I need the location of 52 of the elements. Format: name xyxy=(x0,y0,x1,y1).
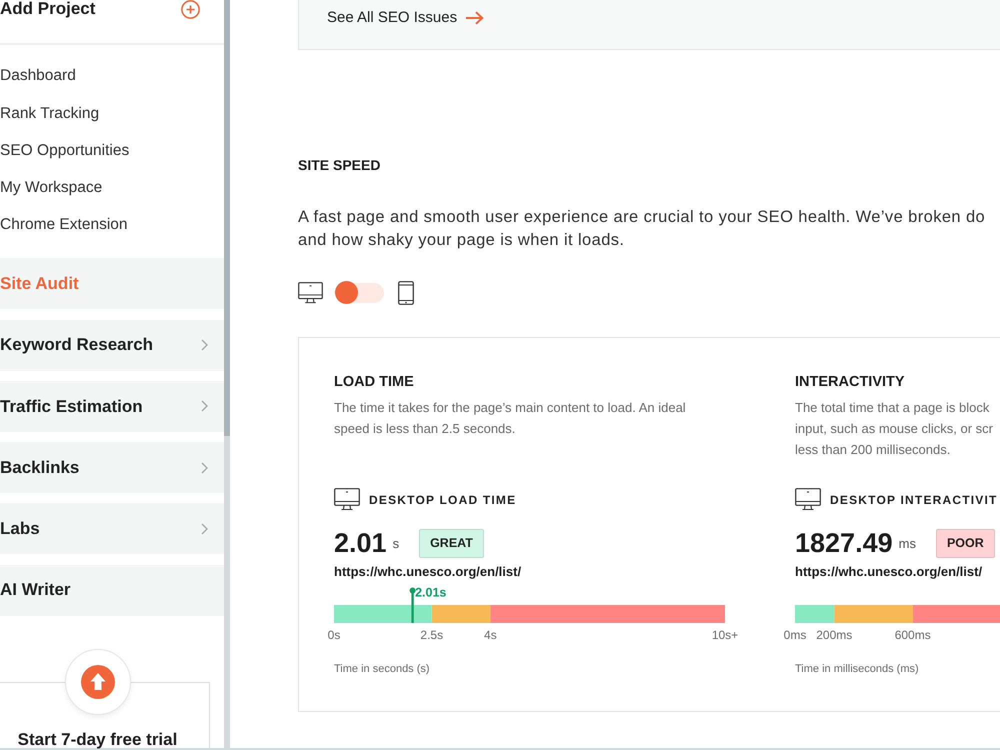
metric-description: The total time that a page is block input, such as mouse clicks, or scr less than 200 milliseconds. xyxy=(795,399,994,459)
rating-badge: GREAT xyxy=(419,529,484,558)
metric-value: 1827.49 xyxy=(795,529,893,558)
marker-label: 2.01s xyxy=(415,585,446,600)
rating-badge: POOR xyxy=(936,529,995,558)
device-metric-label: DESKTOP LOAD TIME xyxy=(369,492,516,509)
tick-label: 4s xyxy=(484,628,497,642)
metric-value: 2.01 xyxy=(334,529,387,558)
metric-title: INTERACTIVITY xyxy=(795,373,906,392)
metric-description: The time it takes for the page’s main content to load. An ideal speed is less than 2.5 seconds. xyxy=(334,399,687,438)
plus-circle-icon[interactable] xyxy=(181,0,200,19)
monitor-icon xyxy=(334,488,360,512)
tick-label: 10s+ xyxy=(712,628,738,642)
tick-label: 600ms xyxy=(894,628,931,642)
scrollbar[interactable] xyxy=(224,0,230,748)
axis-title: Time in seconds (s) xyxy=(334,662,430,675)
unit-label: ms xyxy=(898,534,916,553)
sidebar-item[interactable]: Rank Tracking xyxy=(0,94,224,132)
section-heading: SITE SPEED xyxy=(298,156,382,174)
monitor-icon xyxy=(795,488,821,512)
device-toggle[interactable] xyxy=(335,281,384,305)
chevron-right-icon[interactable] xyxy=(201,400,208,412)
sidebar-item[interactable]: AI Writer xyxy=(0,564,224,616)
page-url: https://whc.unesco.org/en/list/ xyxy=(795,563,984,581)
sidebar-item[interactable]: Chrome Extension xyxy=(0,206,224,244)
chevron-right-icon[interactable] xyxy=(201,339,208,352)
chevron-right-icon[interactable] xyxy=(201,522,208,535)
tick-label: 200ms xyxy=(816,628,852,642)
add-project-link[interactable]: Add Project xyxy=(0,0,96,18)
sidebar-item[interactable]: My Workspace xyxy=(0,169,224,206)
sidebar-item[interactable]: SEO Opportunities xyxy=(0,132,224,170)
monitor-icon xyxy=(298,282,323,304)
metric-title: LOAD TIME xyxy=(334,373,415,392)
trial-heading: Start 7-day free trial xyxy=(16,731,178,748)
section-description: A fast page and smooth user experience are crucial to your SEO health. We’ve broken do and how shaky your page is when it loads. xyxy=(298,207,986,251)
tick-label: 0s xyxy=(328,628,340,642)
see-all-issues-link[interactable]: See All SEO Issues xyxy=(327,7,484,29)
sidebar-item[interactable]: Labs xyxy=(0,503,224,554)
tick-label: 2.5s xyxy=(420,628,444,642)
marker-line xyxy=(410,588,416,623)
sidebar-item[interactable]: Backlinks xyxy=(0,442,224,494)
axis-title: Time in milliseconds (ms) xyxy=(795,662,919,675)
unit-label: s xyxy=(392,534,400,553)
arrow-right-icon[interactable] xyxy=(465,11,484,25)
device-metric-label: DESKTOP INTERACTIVIT xyxy=(830,492,998,509)
sidebar-item[interactable]: Traffic Estimation xyxy=(0,380,224,432)
chevron-right-icon[interactable] xyxy=(201,462,208,474)
sidebar-item[interactable]: Dashboard xyxy=(0,57,224,95)
tick-label: 0ms xyxy=(784,628,806,642)
page-url: https://whc.unesco.org/en/list/ xyxy=(334,563,522,581)
phone-icon xyxy=(398,281,414,305)
sidebar-item[interactable]: Keyword Research xyxy=(0,320,224,371)
